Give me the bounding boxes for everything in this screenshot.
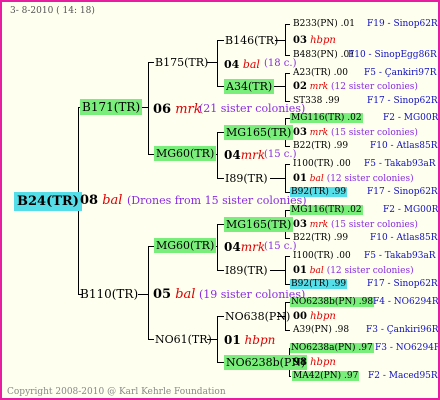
g3-mating-4: 03 mrk (15 sister colonies) <box>293 219 418 230</box>
g3-colony-1: A34(TR) <box>224 79 275 94</box>
g4-ref-10: F5 - Takab93aR <box>364 251 436 261</box>
g4-row-6: I100(TR) .00 <box>293 159 351 169</box>
root-id: B24(TR) <box>14 192 82 211</box>
g3-mating-b146: 03 hbpn <box>293 35 336 46</box>
g3-colony-0: B146(TR) <box>225 34 279 47</box>
g3-mating-2: 03 mrk (15 sister colonies) <box>293 127 418 138</box>
header-date: 3- 8-2010 ( 14: 18) <box>10 6 95 16</box>
g2-colony-1: MG60(TR) <box>154 146 217 161</box>
g3-mating-7: 98 hbpn <box>293 357 336 368</box>
g4-ref-0: F19 - Sinop62R <box>367 19 438 29</box>
g4-row-0: B233(PN) .01 <box>293 19 355 29</box>
g4-row-10: I100(TR) .00 <box>293 251 351 261</box>
g3-colony-3: I89(TR) <box>225 172 268 185</box>
g4-ref-7: F17 - Sinop62R <box>367 187 438 197</box>
g4-ref-4: F2 - MG00R <box>383 113 439 123</box>
g1-mating-0: 06 mrk <box>153 102 202 117</box>
g4-ref-12: F4 - NO6294R <box>373 297 439 307</box>
g1-colony-0: B171(TR) <box>80 99 143 115</box>
root-note: (Drones from 15 sister colonies) <box>127 194 307 207</box>
g4-ref-3: F17 - Sinop62R <box>367 96 438 106</box>
g3-note-0: (18 c.) <box>264 58 297 69</box>
g4-row-1: B483(PN) .01 <box>293 50 355 60</box>
root-mark: bal <box>102 193 123 208</box>
g3-colony-6: NO638(PN) <box>225 310 291 323</box>
g1-mating-1: 05 bal <box>153 287 196 302</box>
g3-colony-4: MG165(TR) <box>224 217 294 232</box>
g4-row-4: MG116(TR) .02 <box>290 113 363 123</box>
g4-row-5: B22(TR) .99 <box>293 141 349 151</box>
g1-colony-1: B110(TR) <box>80 287 139 301</box>
root-num: 08 <box>80 193 99 208</box>
g4-row-9: B22(TR) .99 <box>293 233 349 243</box>
g4-ref-13: F3 - Çankiri96R <box>366 325 439 335</box>
g4-ref-14: F3 - NO6294R <box>375 343 440 353</box>
g2-mating-1: 04mrk <box>224 148 266 162</box>
g4-ref-11: F17 - Sinop62R <box>367 279 438 289</box>
g4-ref-9: F10 - Atlas85R <box>370 233 438 243</box>
g4-row-12: NO6238b(PN) .98 <box>290 297 375 307</box>
g2-note-2: (15 c.) <box>264 241 297 252</box>
g2-colony-2: MG60(TR) <box>154 238 217 253</box>
g3-mating-0: 04 bal <box>224 58 260 71</box>
g3-mating-5: 01 bal (12 sister colonies) <box>293 265 414 276</box>
g4-ref-6: F5 - Takab93aR <box>364 159 436 169</box>
root-colony: B24(TR) <box>14 192 82 211</box>
g3-mating-6: 00 hbpn <box>293 311 336 322</box>
g4-row-13: A39(PN) .98 <box>293 325 350 335</box>
g4-row-2: A23(TR) .00 <box>293 68 348 78</box>
g4-row-7: B92(TR) .99 <box>290 187 348 197</box>
pedigree-frame: 3- 8-2010 ( 14: 18) Copyright 2008-2010 … <box>0 0 440 400</box>
g4-ref-8: F2 - MG00R <box>383 205 439 215</box>
g4-row-8: MG116(TR) .02 <box>290 205 363 215</box>
g4-row-14: NO6238a(PN) .97 <box>290 343 374 353</box>
g3-mating-3: 01 bal (12 sister colonies) <box>293 173 414 184</box>
g4-row-11: B92(TR) .99 <box>290 279 348 289</box>
g4-ref-2: F5 - Çankiri97R <box>364 68 437 78</box>
g2-colony-3: NO61(TR) <box>155 333 212 346</box>
g4-ref-1: F10 - SinopEgg86R <box>348 50 437 60</box>
root-mating: 08 bal <box>80 194 122 207</box>
g4-row-3: ST338 .99 <box>293 96 340 106</box>
g2-mating-3: 01 hbpn <box>224 333 276 347</box>
g4-ref-5: F10 - Atlas85R <box>370 141 438 151</box>
g3-mating-1: 02 mrk (12 sister colonies) <box>293 81 418 92</box>
g3-colony-2: MG165(TR) <box>224 125 294 140</box>
g2-note-1: (15 c.) <box>264 149 297 160</box>
g4-row-15: MA42(PN) .97 <box>292 371 360 381</box>
g4-ref-15: F2 - Maced95R <box>368 371 438 381</box>
g2-colony-0: B175(TR) <box>155 56 209 69</box>
g3-colony-5: I89(TR) <box>225 264 268 277</box>
copyright: Copyright 2008-2010 @ Karl Kehrle Founda… <box>7 387 226 397</box>
g2-mating-2: 04mrk <box>224 240 266 254</box>
